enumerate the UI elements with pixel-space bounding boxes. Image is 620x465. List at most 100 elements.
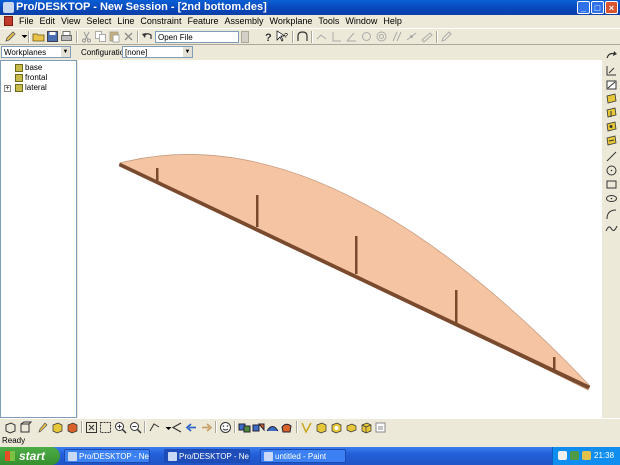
box-icon[interactable] [315,421,328,434]
component-icon[interactable] [266,421,279,434]
previous-view-icon[interactable] [170,421,183,434]
model-view[interactable] [78,60,602,418]
arc-tool-icon[interactable] [296,30,309,43]
taskbar-item[interactable]: Pro/DESKTOP - New ... [64,449,150,463]
copy-icon[interactable] [94,30,107,43]
tree-item-lateral[interactable]: lateral [15,83,47,93]
delete-icon[interactable] [122,30,135,43]
document-icon[interactable] [4,16,13,26]
menu-tools[interactable]: Tools [315,15,342,28]
start-button[interactable]: start [0,447,60,465]
sketch-pen-icon[interactable] [440,30,453,43]
menu-constraint[interactable]: Constraint [137,15,184,28]
sheet-icon[interactable] [345,421,358,434]
taskbar-item[interactable]: untitled - Paint [260,449,346,463]
sketch-icon[interactable] [605,78,618,91]
design-canvas[interactable] [78,60,602,418]
pan-icon[interactable] [148,421,161,434]
menu-file[interactable]: File [16,15,37,28]
menu-view[interactable]: View [58,15,83,28]
line-icon[interactable] [605,150,618,163]
open-file-combo[interactable]: Open File [155,31,239,43]
menu-feature[interactable]: Feature [184,15,221,28]
network-tray-icon[interactable] [570,451,579,460]
feature-icon[interactable] [300,421,313,434]
workplane-yellow-icon[interactable] [605,92,618,105]
view-front-icon[interactable] [19,421,32,434]
cube-icon[interactable] [360,421,373,434]
constraint-concentric-icon[interactable] [375,30,388,43]
menu-select[interactable]: Select [83,15,114,28]
taskbar-item-active[interactable]: Pro/DESKTOP - New ... [164,449,250,463]
chevron-down-icon[interactable]: ▼ [61,47,70,57]
save-icon[interactable] [46,30,59,43]
expand-icon[interactable]: + [4,85,11,92]
configuration-dropdown[interactable]: [none] ▼ [122,46,193,58]
dropdown-arrow-icon[interactable] [18,30,28,43]
workplane-edit-icon[interactable] [605,120,618,133]
zoom-in-icon[interactable] [114,421,127,434]
spline-icon[interactable] [605,222,618,235]
pencil-icon[interactable] [4,30,17,43]
print-icon[interactable] [60,30,73,43]
zoom-window-icon[interactable] [99,421,112,434]
view-edit-icon[interactable] [36,421,49,434]
constraint-coincident-icon[interactable] [405,30,418,43]
open-file-grip[interactable] [241,31,249,43]
dimension-icon[interactable] [605,64,618,77]
design-icon[interactable] [238,421,251,434]
menu-line[interactable]: Line [114,15,137,28]
volume-tray-icon[interactable] [582,451,591,460]
close-button[interactable]: × [605,1,618,14]
dropdown-arrow-icon[interactable] [162,421,172,434]
menu-assembly[interactable]: Assembly [221,15,266,28]
face-icon[interactable] [219,421,232,434]
minimize-button[interactable]: _ [577,1,590,14]
constraint-arc-icon[interactable] [360,30,373,43]
part-rib[interactable] [355,236,358,274]
menu-edit[interactable]: Edit [37,15,59,28]
help-tray-icon[interactable] [558,451,567,460]
workplanes-dropdown[interactable]: Workplanes ▼ [1,46,71,58]
ellipse-icon[interactable] [605,192,618,205]
shaded-icon[interactable] [51,421,64,434]
constraint-fixed-icon[interactable] [420,30,433,43]
constraint-parallel-icon[interactable] [390,30,403,43]
menu-help[interactable]: Help [380,15,405,28]
back-icon[interactable] [185,421,198,434]
circle-icon[interactable] [605,164,618,177]
shape-icon[interactable] [330,421,343,434]
tree-item-frontal[interactable]: frontal [15,73,47,83]
constraint-perpendicular-icon[interactable] [330,30,343,43]
refresh-icon[interactable] [374,421,387,434]
undo-icon[interactable] [141,30,154,43]
open-folder-icon[interactable] [32,30,45,43]
tree-item-base[interactable]: base [15,63,42,73]
view-iso-icon[interactable] [4,421,17,434]
maximize-button[interactable]: □ [591,1,604,14]
menu-window[interactable]: Window [342,15,380,28]
part-rib[interactable] [156,168,159,184]
workplane-new-icon[interactable] [605,134,618,147]
part-rib[interactable] [553,357,556,371]
context-help-icon[interactable]: ? [276,30,289,43]
rectangle-icon[interactable] [605,178,618,191]
part-rib[interactable] [256,195,259,227]
menu-workplane[interactable]: Workplane [267,15,316,28]
constraint-tangent-icon[interactable] [315,30,328,43]
part-bottom-edge[interactable] [118,162,591,390]
part-rib[interactable] [455,290,458,324]
zoom-fit-icon[interactable] [85,421,98,434]
material-icon[interactable] [280,421,293,434]
paste-icon[interactable] [108,30,121,43]
assembly-icon[interactable] [252,421,265,434]
chevron-down-icon[interactable]: ▼ [183,47,192,57]
cut-icon[interactable] [80,30,93,43]
arc-icon[interactable] [605,208,618,221]
workplane-select-icon[interactable] [605,106,618,119]
rotate-icon[interactable] [605,50,618,63]
help-icon[interactable]: ? [262,30,275,43]
zoom-out-icon[interactable] [129,421,142,434]
constraint-angle-icon[interactable] [345,30,358,43]
render-icon[interactable] [66,421,79,434]
